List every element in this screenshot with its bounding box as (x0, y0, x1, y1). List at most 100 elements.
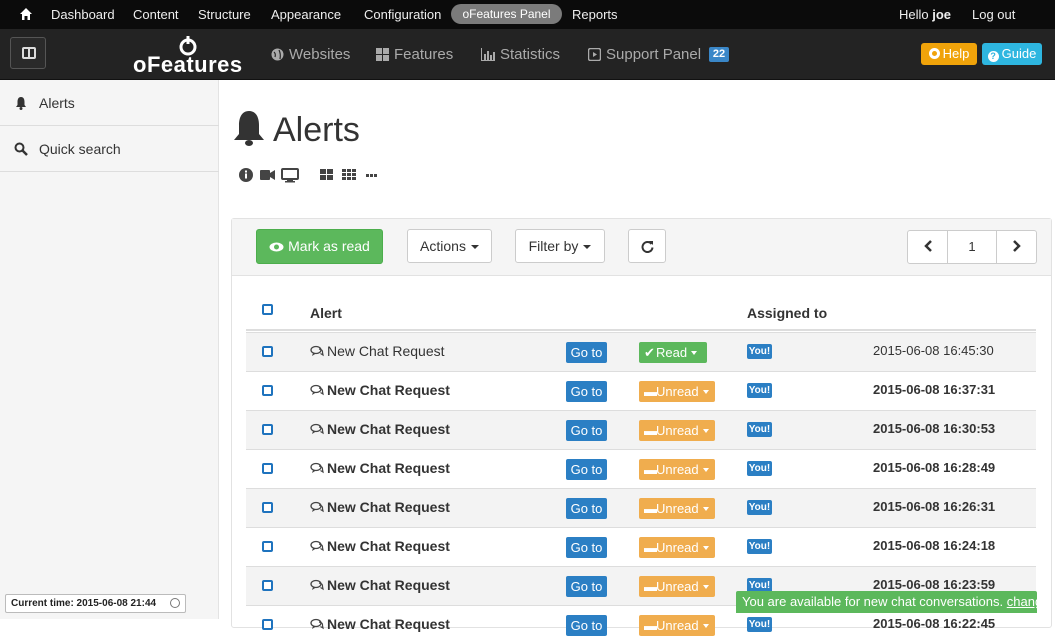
table-row[interactable]: New Chat Request Go to ▬Unread You! 2015-06-… (246, 488, 1036, 527)
row-checkbox[interactable] (262, 619, 273, 630)
info-icon[interactable] (239, 168, 253, 182)
prev-page-button[interactable] (908, 231, 948, 263)
play-square-icon (588, 48, 601, 61)
alert-timestamp: 2015-06-08 16:26:31 (873, 499, 996, 514)
home-icon[interactable] (19, 7, 33, 21)
bar-chart-icon (481, 48, 495, 61)
status-dropdown[interactable]: ✔Read (639, 342, 707, 363)
row-checkbox[interactable] (262, 541, 273, 552)
logout-link[interactable]: Log out (972, 7, 1015, 22)
current-time-text: Current time: 2015-06-08 21:44 (11, 598, 157, 609)
globe-icon (271, 48, 284, 61)
alert-title[interactable]: New Chat Request (327, 616, 450, 632)
sidebar-item-quick-search[interactable]: Quick search (0, 126, 219, 172)
status-label: Unread (656, 540, 699, 555)
desktop-icon[interactable] (281, 168, 299, 183)
refresh-icon (641, 241, 653, 254)
assigned-badge: You! (747, 500, 772, 515)
change-availability-link[interactable]: change (1007, 594, 1050, 609)
menu-appearance[interactable]: Appearance (271, 7, 341, 22)
refresh-button[interactable] (628, 229, 666, 263)
guide-label: Guide (1001, 46, 1037, 61)
alert-timestamp: 2015-06-08 16:22:45 (873, 616, 996, 631)
eye-icon (269, 242, 284, 252)
status-label: Unread (656, 462, 699, 477)
large-grid-icon[interactable] (320, 169, 333, 180)
alert-title[interactable]: New Chat Request (327, 421, 450, 437)
sidebar-item-alerts[interactable]: Alerts (0, 80, 219, 126)
check-icon: ✔ (644, 345, 655, 360)
menu-dashboard[interactable]: Dashboard (51, 7, 115, 22)
nav-support-panel[interactable]: Support Panel (588, 46, 701, 63)
chat-bubbles-icon (310, 423, 324, 435)
alert-title[interactable]: New Chat Request (327, 577, 450, 593)
alert-title[interactable]: New Chat Request (327, 538, 450, 554)
status-dropdown[interactable]: ▬Unread (639, 615, 715, 636)
status-dropdown[interactable]: ▬Unread (639, 381, 715, 402)
menu-structure[interactable]: Structure (198, 7, 251, 22)
go-to-button[interactable]: Go to (566, 498, 607, 519)
table-row[interactable]: New Chat Request Go to ▬Unread You! 2015-06-… (246, 527, 1036, 566)
page-number[interactable]: 1 (948, 231, 996, 263)
actions-dropdown[interactable]: Actions (407, 229, 492, 263)
chat-bubbles-icon (310, 618, 324, 630)
availability-text: You are available for new chat conversat… (742, 594, 1004, 609)
help-button[interactable]: Help (921, 43, 977, 65)
hello-text: Hello (899, 7, 929, 22)
nav-statistics[interactable]: Statistics (481, 46, 560, 63)
nav-websites[interactable]: Websites (271, 46, 350, 63)
table-row[interactable]: New Chat Request Go to ▬Unread You! 2015-06-… (246, 371, 1036, 410)
ellipsis-icon[interactable] (366, 174, 377, 177)
guide-button[interactable]: ? Guide (982, 43, 1042, 65)
menu-ofeatures-panel[interactable]: oFeatures Panel (451, 4, 562, 24)
alert-title[interactable]: New Chat Request (327, 499, 450, 515)
mark-as-read-button[interactable]: Mark as read (256, 229, 383, 264)
row-checkbox[interactable] (262, 502, 273, 513)
go-to-button[interactable]: Go to (566, 342, 607, 363)
status-dropdown[interactable]: ▬Unread (639, 537, 715, 558)
go-to-button[interactable]: Go to (566, 537, 607, 558)
small-grid-icon[interactable] (342, 169, 356, 180)
go-to-button[interactable]: Go to (566, 381, 607, 402)
go-to-button[interactable]: Go to (566, 576, 607, 597)
brand-name: oFeatures (133, 52, 243, 77)
next-page-button[interactable] (996, 231, 1036, 263)
status-dropdown[interactable]: ▬Unread (639, 420, 715, 441)
chevron-down-icon (702, 429, 709, 433)
menu-reports[interactable]: Reports (572, 7, 618, 22)
minus-icon: ▬ (644, 540, 657, 555)
brand-logo[interactable]: oFeatures (133, 36, 243, 77)
bell-icon (16, 97, 26, 110)
status-dropdown[interactable]: ▬Unread (639, 576, 715, 597)
row-checkbox[interactable] (262, 580, 273, 591)
alert-title[interactable]: New Chat Request (327, 382, 450, 398)
status-dropdown[interactable]: ▬Unread (639, 459, 715, 480)
alert-timestamp: 2015-06-08 16:23:59 (873, 577, 996, 592)
row-checkbox[interactable] (262, 463, 273, 474)
go-to-button[interactable]: Go to (566, 420, 607, 441)
row-checkbox[interactable] (262, 346, 273, 357)
table-row[interactable]: New Chat Request Go to ✔Read You! 2015-06-08… (246, 332, 1036, 371)
table-row[interactable]: New Chat Request Go to ▬Unread You! 2015-06-… (246, 410, 1036, 449)
nav-features[interactable]: Features (376, 46, 453, 63)
row-checkbox[interactable] (262, 424, 273, 435)
alert-title[interactable]: New Chat Request (327, 343, 445, 359)
filter-by-dropdown[interactable]: Filter by (515, 229, 605, 263)
menu-content[interactable]: Content (133, 7, 179, 22)
go-to-button[interactable]: Go to (566, 459, 607, 480)
sidebar-toggle-icon (22, 47, 36, 59)
table-row[interactable]: New Chat Request Go to ▬Unread You! 2015-06-… (246, 449, 1036, 488)
menu-configuration[interactable]: Configuration (364, 7, 441, 22)
go-to-button[interactable]: Go to (566, 615, 607, 636)
mark-as-read-label: Mark as read (288, 238, 370, 254)
panel-toolbar: Mark as read Actions Filter by 1 (232, 219, 1051, 276)
row-checkbox[interactable] (262, 385, 273, 396)
status-dropdown[interactable]: ▬Unread (639, 498, 715, 519)
sidebar: Alerts Quick search (0, 80, 219, 619)
alert-title[interactable]: New Chat Request (327, 460, 450, 476)
select-all-checkbox[interactable] (262, 304, 273, 315)
hello-user[interactable]: Hello joe (899, 7, 951, 22)
alert-timestamp: 2015-06-08 16:45:30 (873, 343, 994, 358)
sidebar-toggle-button[interactable] (10, 37, 46, 69)
video-icon[interactable] (260, 170, 275, 180)
